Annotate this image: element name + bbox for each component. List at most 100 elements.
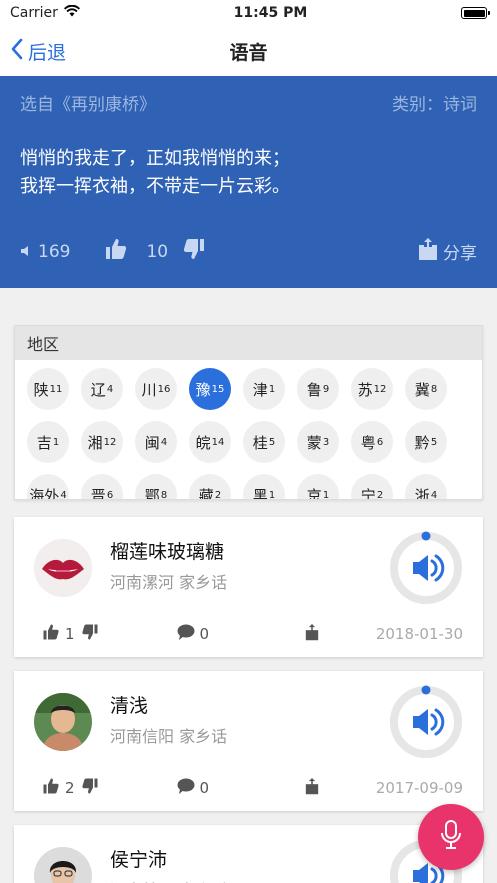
battery-icon <box>461 7 490 19</box>
region-chip-name: 粤 <box>360 433 376 452</box>
region-chip-name: 陕 <box>33 380 49 399</box>
poem-text: 悄悄的我走了，正如我悄悄的来； 我挥一挥衣袖，不带走一片云彩。 <box>20 145 477 201</box>
region-chip-count: 11 <box>49 383 63 395</box>
play-count-value: 169 <box>38 241 71 262</box>
region-chip-name: 豫 <box>195 380 211 399</box>
region-chip[interactable]: 陕 11 <box>27 368 69 410</box>
like-button[interactable] <box>104 237 128 266</box>
comment-icon <box>177 624 195 644</box>
region-chip[interactable]: 桂5 <box>243 421 285 463</box>
play-button[interactable] <box>389 685 463 759</box>
recording-user-name: 榴莲味玻璃糖 <box>110 541 225 563</box>
recording-card[interactable]: 榴莲味玻璃糖 河南漯河 家乡话 1 0 2018-01-30 <box>14 517 483 657</box>
region-filter: 地区 陕 11 辽 4 川 16 豫 15 津 1 鲁 9 苏 12 冀 8 吉 1 湘 12 闽 4 皖 14 桂 5 蒙 3 粤 6 黔… <box>14 325 483 500</box>
region-chip[interactable]: 黔5 <box>405 421 447 463</box>
region-chip[interactable]: 晋6 <box>81 474 123 499</box>
region-chip[interactable]: 辽4 <box>81 368 123 410</box>
comment-icon <box>177 778 195 798</box>
region-chip-count: 4 <box>430 489 438 500</box>
region-chip-name: 苏 <box>357 380 373 399</box>
region-chip-count: 5 <box>268 436 276 448</box>
comment-count: 0 <box>199 779 210 797</box>
region-chip-count: 4 <box>60 489 67 500</box>
share-icon[interactable] <box>305 777 319 799</box>
region-chip-name: 湘 <box>87 433 103 452</box>
like-count: 2 <box>65 779 75 797</box>
thumbs-down-icon[interactable] <box>182 237 206 266</box>
poem-line: 我挥一挥衣袖，不带走一片云彩。 <box>20 176 290 197</box>
region-chip[interactable]: 皖 14 <box>189 421 231 463</box>
region-chip-grid[interactable]: 陕 11 辽 4 川 16 豫 15 津 1 鲁 9 苏 12 冀 8 吉 1 湘 12 闽 4 皖 14 桂 5 蒙 3 粤 6 黔 5 海外… <box>15 360 482 500</box>
recording-user-name: 清浅 <box>110 695 149 717</box>
region-chip-count: 1 <box>268 489 276 500</box>
region-chip[interactable]: 黑1 <box>243 474 285 500</box>
region-chip[interactable]: 蒙3 <box>297 421 339 463</box>
region-chip[interactable]: 湘 12 <box>81 421 123 463</box>
comment-button[interactable]: 0 <box>177 624 209 644</box>
share-icon[interactable] <box>305 623 319 645</box>
region-chip[interactable]: 苏 12 <box>351 368 393 410</box>
region-chip[interactable]: 粤6 <box>351 421 393 463</box>
thumbs-up-icon <box>42 777 60 799</box>
play-button[interactable] <box>389 531 463 605</box>
recording-card[interactable]: 清浅 河南信阳 家乡话 2 0 2017-09-09 <box>14 671 483 811</box>
volume-icon <box>413 708 445 736</box>
region-chip[interactable]: 冀8 <box>405 368 447 410</box>
thumbs-down-icon[interactable] <box>81 623 99 645</box>
chevron-left-icon <box>10 38 24 65</box>
like-button[interactable]: 2 <box>42 777 75 799</box>
region-header: 地区 <box>15 326 482 360</box>
region-chip[interactable]: 鲁9 <box>297 368 339 410</box>
region-chip[interactable]: 闽4 <box>135 421 177 463</box>
region-chip-count: 15 <box>211 383 225 395</box>
avatar[interactable] <box>34 693 92 751</box>
region-chip[interactable]: 宁2 <box>351 474 393 500</box>
nav-bar: 后退 语音 <box>0 26 497 76</box>
like-button[interactable]: 1 <box>42 623 75 645</box>
region-chip-count: 1 <box>322 489 330 500</box>
region-chip[interactable]: 豫 15 <box>189 368 231 410</box>
status-bar: Carrier 11:45 PM <box>0 0 497 26</box>
region-chip[interactable]: 藏2 <box>189 474 231 499</box>
region-chip-count: 12 <box>373 383 387 395</box>
recording-date: 2017-09-09 <box>375 779 463 797</box>
like-count: 1 <box>65 625 75 643</box>
thumbs-down-icon[interactable] <box>81 777 99 799</box>
region-chip-name: 鲁 <box>306 380 322 399</box>
comment-button[interactable]: 0 <box>177 778 210 798</box>
region-chip-count: 6 <box>376 436 384 448</box>
region-chip-name: 辽 <box>90 380 106 399</box>
recording-location: 河南林州 家乡话 <box>110 877 227 883</box>
poem-line: 悄悄的我走了，正如我悄悄的来； <box>20 148 290 169</box>
carrier-label: Carrier <box>10 5 58 21</box>
avatar[interactable] <box>34 539 92 597</box>
recording-date: 2018-01-30 <box>375 625 463 643</box>
region-chip[interactable]: 京1 <box>297 474 339 500</box>
region-chip-name: 浙 <box>414 486 430 500</box>
region-chip-count: 4 <box>106 383 114 395</box>
microphone-icon <box>440 820 462 854</box>
share-icon <box>419 238 437 265</box>
avatar[interactable] <box>34 847 92 883</box>
share-button[interactable]: 分享 <box>419 238 477 265</box>
recording-card[interactable]: 侯宁沛河南林州 家乡话 <box>14 825 483 883</box>
region-chip[interactable]: 海外 4 <box>27 474 69 500</box>
poem-source: 选自《再别康桥》 <box>20 95 156 115</box>
region-chip-name: 海外 <box>29 486 60 500</box>
region-chip-count: 2 <box>376 489 384 500</box>
region-chip-name: 蒙 <box>306 433 322 452</box>
region-chip[interactable]: 津1 <box>243 368 285 410</box>
record-button[interactable] <box>418 804 484 870</box>
region-chip-name: 津 <box>252 380 268 399</box>
region-chip-name: 吉 <box>36 433 52 452</box>
wifi-icon <box>63 4 80 21</box>
back-button[interactable]: 后退 <box>10 38 66 65</box>
region-chip[interactable]: 鄂8 <box>135 474 177 500</box>
region-chip[interactable]: 川 16 <box>135 368 177 410</box>
region-chip[interactable]: 浙4 <box>405 474 447 500</box>
region-chip-name: 鄂 <box>144 486 160 500</box>
region-chip-name: 京 <box>306 486 322 500</box>
play-count: 169 <box>20 242 70 262</box>
region-chip-count: 4 <box>160 436 168 448</box>
region-chip[interactable]: 吉1 <box>27 421 69 463</box>
